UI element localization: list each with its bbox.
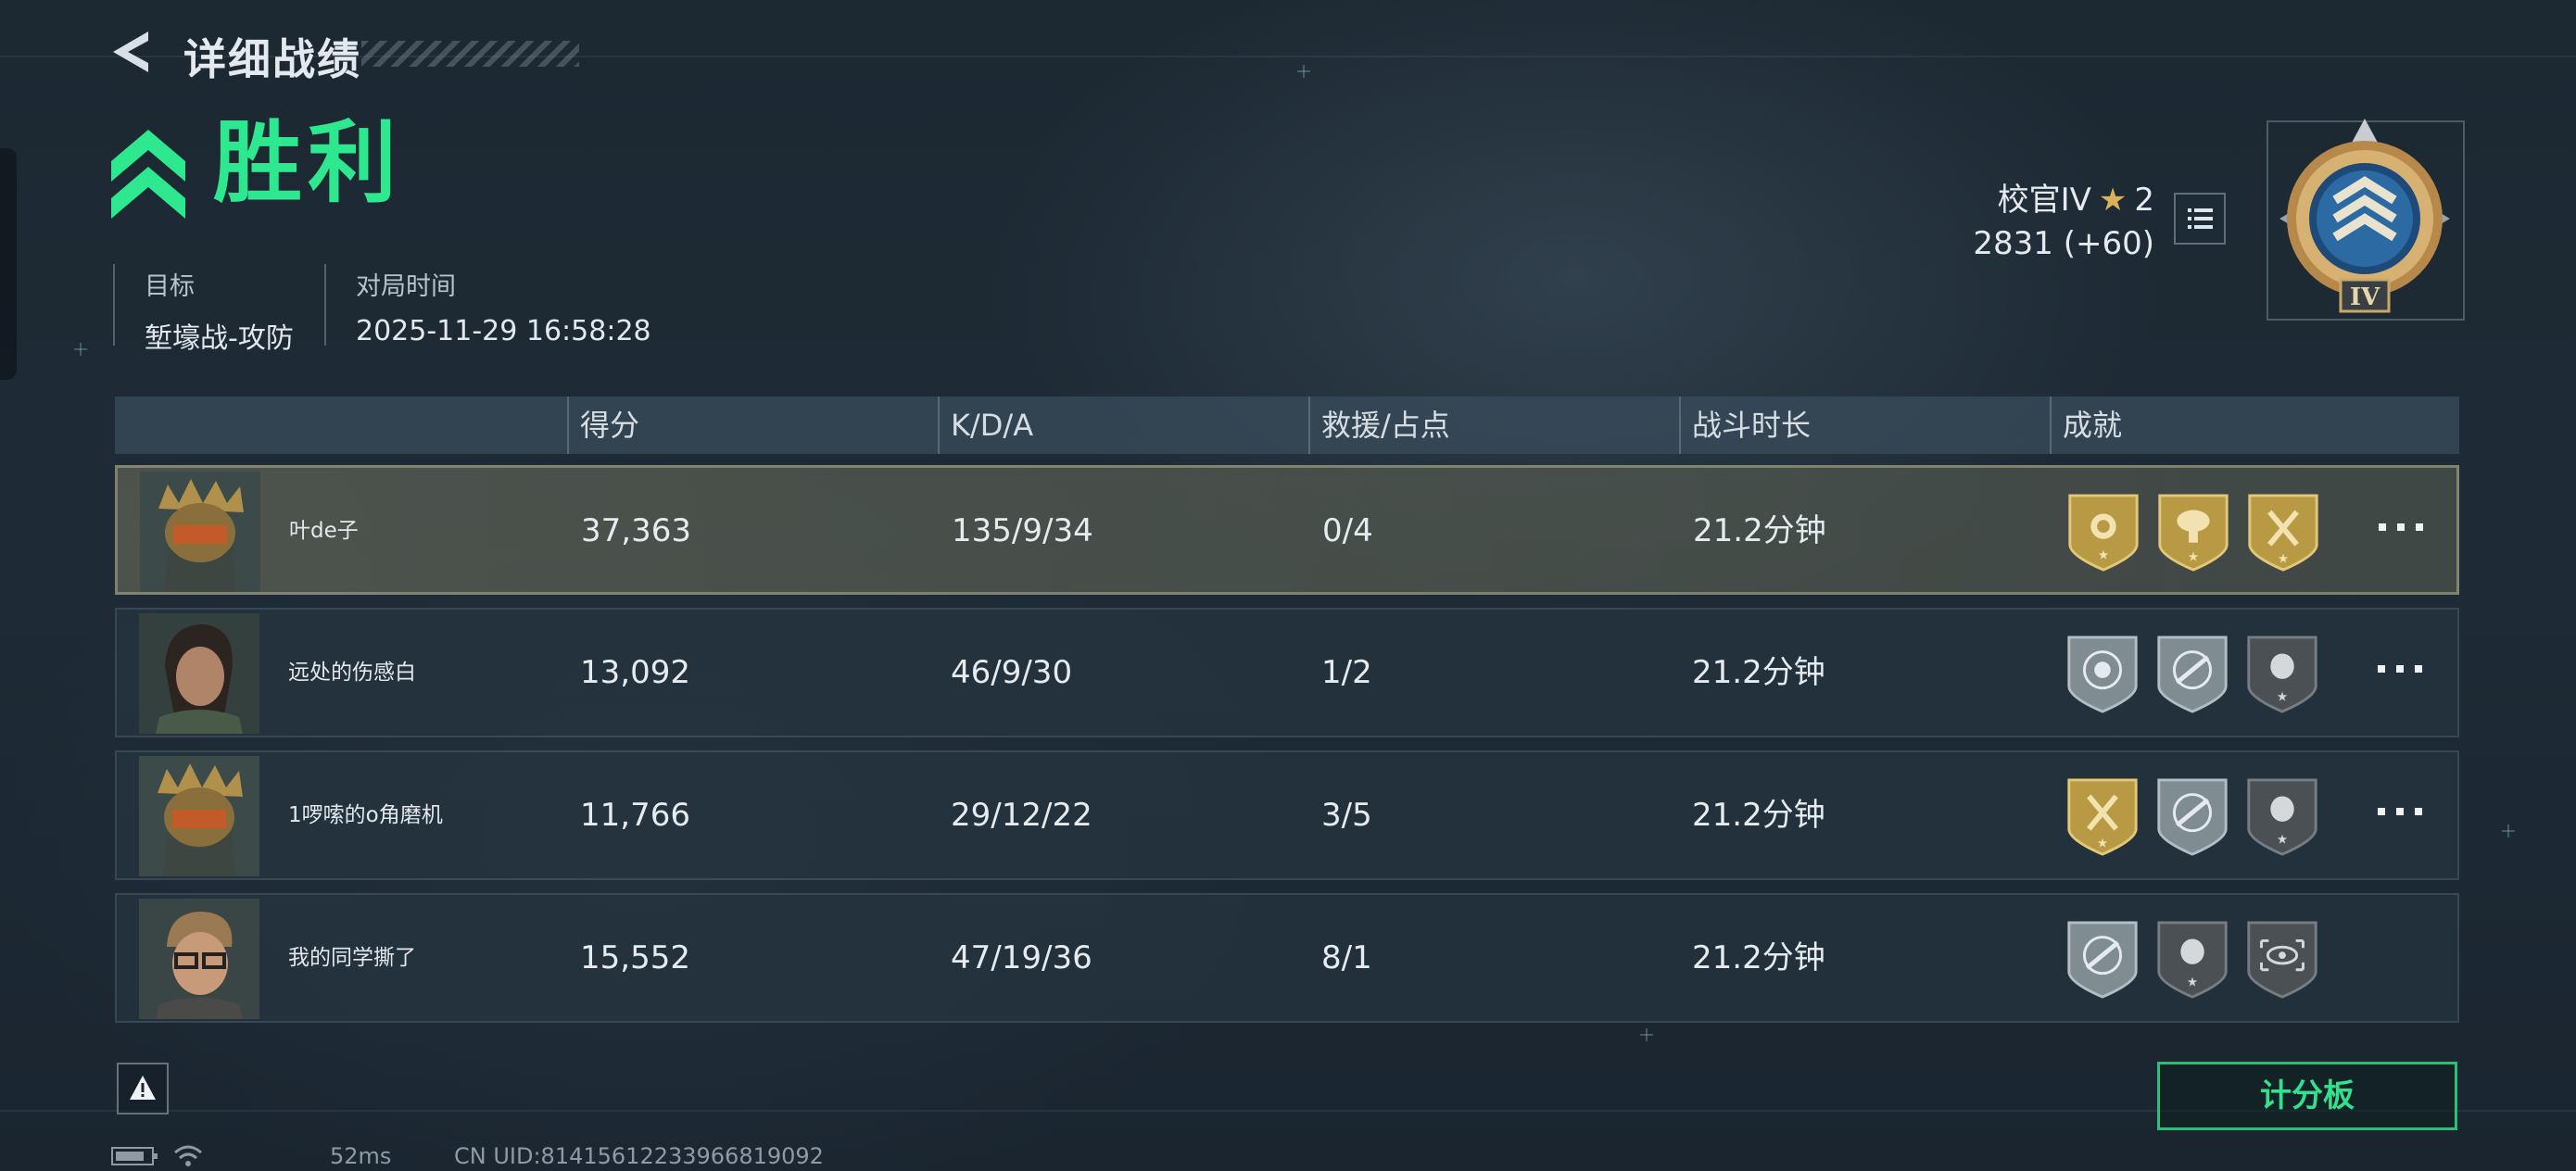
svg-text:★: ★ [2277,832,2288,847]
kda-value: 47/19/36 [951,939,1092,976]
kda-value: 135/9/34 [952,512,1093,549]
svg-text:★: ★ [2277,689,2288,704]
title-decoration [361,41,579,67]
battery-icon [111,1147,158,1165]
silver-gun-target-badge-icon[interactable] [2154,776,2230,858]
user-uid: CN UID:814156122339668190​92 [454,1143,824,1169]
more-options-icon[interactable] [2372,650,2428,687]
column-header-score: 得分 [567,397,639,454]
table-row[interactable]: 1啰嗦的o角磨机 11,766 29/12/22 3/5 21.2分钟 ★ ★ [115,750,2459,880]
table-row[interactable]: 我的同学撕了 15,552 47/19/36 8/1 21.2分钟 ★ [115,893,2459,1023]
score-value: 37,363 [581,512,691,549]
svg-text:★: ★ [2098,548,2109,562]
rank-list-button[interactable] [2174,193,2226,245]
objective-value: 堑壕战-攻防 [145,322,294,355]
player-name: 1啰嗦的o角磨机 [288,803,443,827]
score-value: 13,092 [580,654,690,691]
match-time-value: 2025-11-29 16:58:28 [356,315,651,347]
kda-value: 46/9/30 [951,654,1073,691]
gold-explosion-badge-icon[interactable]: ★ [2155,492,2231,573]
match-time-block: 对局时间 2025-11-29 16:58:28 [324,264,651,347]
dark-skull-badge-icon[interactable]: ★ [2244,634,2320,715]
player-avatar [139,756,259,876]
back-button[interactable] [109,28,158,76]
column-header-kda: K/D/A [938,397,1033,454]
bg-crosshair [2502,825,2515,837]
silver-gun-target-badge-icon[interactable] [2154,634,2230,715]
more-options-icon[interactable] [2373,509,2429,546]
duration-value: 21.2分钟 [1692,654,1825,691]
match-time-label: 对局时间 [356,272,456,301]
warning-icon [130,1076,156,1100]
report-button[interactable] [117,1063,169,1114]
column-header-achievements: 成就 [2050,397,2122,454]
rank-info: 校官IV ★ 2 2831 (+60) [1973,174,2154,262]
more-options-icon[interactable] [2372,793,2428,830]
dark-skull-badge-icon[interactable]: ★ [2244,776,2320,858]
svg-text:★: ★ [2188,549,2199,564]
wifi-icon [174,1145,202,1166]
score-value: 11,766 [580,797,690,834]
column-header-rescue: 救援/占点 [1308,397,1450,454]
duration-value: 21.2分钟 [1693,512,1826,549]
player-name: 叶de子 [289,519,359,543]
side-handle [0,148,17,380]
rank-name: 校官IV [1997,182,2091,219]
rescue-capture-value: 0/4 [1322,512,1373,549]
ping-value: 52ms [330,1143,392,1169]
list-icon [2188,208,2213,229]
back-arrow-icon [113,31,148,72]
svg-text:★: ★ [2278,551,2289,566]
objective-block: 目标 堑壕战-攻防 [113,264,294,355]
objective-label: 目标 [145,272,195,301]
table-header: 得分 K/D/A 救援/占点 战斗时长 成就 [115,397,2459,454]
kda-value: 29/12/22 [951,797,1092,834]
rank-emblem-numeral: IV [2350,283,2380,311]
bg-crosshair [1640,1028,1653,1041]
column-header-duration: 战斗时长 [1679,397,1811,454]
dark-eye-badge-icon[interactable] [2244,919,2320,1001]
duration-value: 21.2分钟 [1692,797,1825,834]
rescue-capture-value: 8/1 [1321,939,1372,976]
rank-points: 2831 (+60) [1973,225,2154,262]
gold-rose-badge-icon[interactable]: ★ [2065,492,2141,573]
scoreboard-button[interactable]: 计分板 [2157,1062,2457,1130]
table-row[interactable]: 远处的伤感白 13,092 46/9/30 1/2 21.2分钟 ★ [115,608,2459,737]
rescue-capture-value: 3/5 [1321,797,1372,834]
gold-axes-badge-icon[interactable]: ★ [2065,776,2140,858]
rescue-capture-value: 1/2 [1321,654,1372,691]
svg-text:★: ★ [2097,836,2108,850]
duration-value: 21.2分钟 [1692,939,1825,976]
player-name: 我的同学撕了 [288,946,416,970]
score-value: 15,552 [580,939,690,976]
silver-gun-target-badge-icon[interactable] [2065,919,2140,1001]
rank-emblem-icon[interactable]: IV [2261,115,2469,322]
gold-axes-badge-icon[interactable]: ★ [2245,492,2321,573]
player-avatar [140,472,260,592]
svg-text:★: ★ [2187,975,2198,989]
bg-crosshair [1297,65,1310,78]
match-result: 胜利 [213,111,402,215]
silver-skull-target-badge-icon[interactable] [2065,634,2140,715]
dark-skull-badge-icon[interactable]: ★ [2154,919,2230,1001]
star-icon: ★ [2098,182,2128,219]
victory-chevron-icon [111,130,185,219]
rank-stars: 2 [2134,182,2154,219]
player-avatar [139,899,259,1019]
table-row[interactable]: 叶de子 37,363 135/9/34 0/4 21.2分钟 ★ ★ ★ [115,465,2459,595]
page-title: 详细战绩 [183,34,361,84]
player-avatar [139,613,259,734]
player-name: 远处的伤感白 [288,661,416,685]
bg-crosshair [74,343,87,356]
